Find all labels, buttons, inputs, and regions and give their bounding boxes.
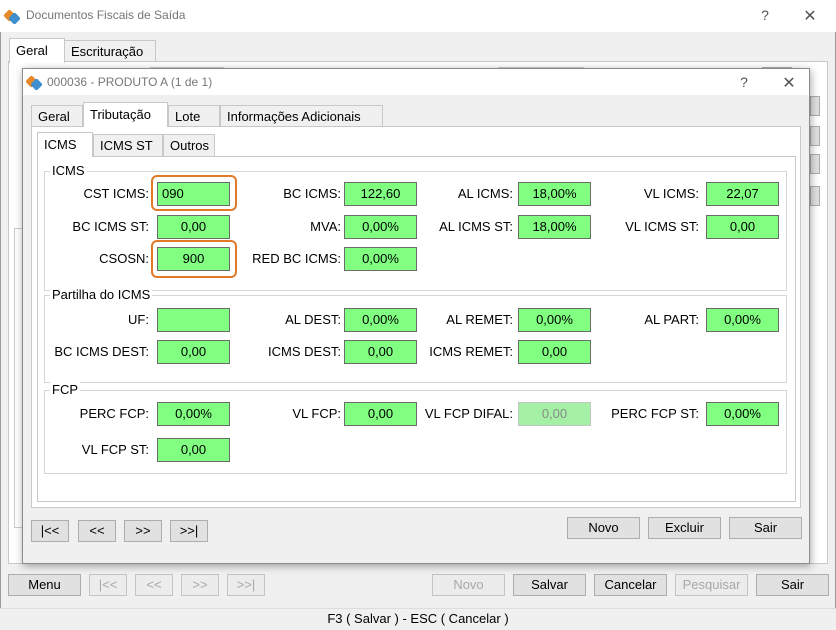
menu-button[interactable]: Menu (8, 574, 81, 596)
al-remet-label: AL REMET: (446, 312, 513, 327)
vl-fcp-difal-field[interactable]: 0,00 (518, 402, 591, 426)
bc-icms-st-field[interactable]: 0,00 (157, 215, 230, 239)
al-dest-field[interactable]: 0,00% (344, 308, 417, 332)
dialog-title-bar: 000036 - PRODUTO A (1 de 1) ? ✕ (23, 69, 809, 95)
dialog-title: 000036 - PRODUTO A (1 de 1) (47, 75, 213, 89)
tab-escrituracao[interactable]: Escrituração (64, 40, 156, 62)
dialog-last-record-button[interactable]: >>| (170, 520, 208, 542)
perc-fcp-field[interactable]: 0,00% (157, 402, 230, 426)
al-icms-label: AL ICMS: (457, 186, 513, 201)
dialog-help-button[interactable]: ? (729, 74, 759, 90)
produto-dialog: 000036 - PRODUTO A (1 de 1) ? ✕ Geral Tr… (22, 68, 810, 564)
help-button[interactable]: ? (750, 7, 780, 23)
bc-icms-field[interactable]: 122,60 (344, 182, 417, 206)
subtab-outros[interactable]: Outros (163, 134, 215, 156)
vl-fcp-label: VL FCP: (292, 406, 341, 421)
icms-remet-label: ICMS REMET: (429, 344, 513, 359)
background-button (810, 154, 820, 174)
close-button[interactable]: ✕ (795, 6, 825, 26)
vl-fcp-st-label: VL FCP ST: (81, 442, 149, 457)
uf-field[interactable] (157, 308, 230, 332)
fcp-group-title: FCP (50, 382, 80, 397)
last-record-button[interactable]: >>| (227, 574, 265, 596)
background-button (810, 186, 820, 206)
al-icms-st-field[interactable]: 18,00% (518, 215, 591, 239)
vl-fcp-st-field[interactable]: 0,00 (157, 438, 230, 462)
uf-label: UF: (128, 312, 149, 327)
dialog-excluir-button[interactable]: Excluir (648, 517, 721, 539)
perc-fcp-st-label: PERC FCP ST: (611, 406, 699, 421)
next-record-button[interactable]: >> (181, 574, 219, 596)
subtab-icms[interactable]: ICMS (37, 132, 93, 157)
al-part-field[interactable]: 0,00% (706, 308, 779, 332)
first-record-button[interactable]: |<< (89, 574, 127, 596)
tab-lote[interactable]: Lote (168, 105, 220, 127)
dialog-next-record-button[interactable]: >> (124, 520, 162, 542)
perc-fcp-label: PERC FCP: (79, 406, 149, 421)
background-button (810, 126, 820, 146)
tab-tributacao[interactable]: Tributação (83, 102, 168, 127)
al-icms-st-label: AL ICMS ST: (439, 219, 513, 234)
cancelar-button[interactable]: Cancelar (594, 574, 667, 596)
al-remet-field[interactable]: 0,00% (518, 308, 591, 332)
dialog-close-button[interactable]: ✕ (774, 73, 804, 93)
sair-button[interactable]: Sair (756, 574, 829, 596)
vl-icms-st-label: VL ICMS ST: (625, 219, 699, 234)
csosn-label: CSOSN: (99, 251, 149, 266)
subtab-icms-st[interactable]: ICMS ST (93, 134, 163, 156)
icms-group-title: ICMS (50, 163, 87, 178)
vl-fcp-difal-label: VL FCP DIFAL: (424, 406, 513, 421)
al-dest-label: AL DEST: (285, 312, 341, 327)
red-bc-icms-field[interactable]: 0,00% (344, 247, 417, 271)
background-button (810, 96, 820, 116)
dialog-sair-button[interactable]: Sair (729, 517, 802, 539)
vl-icms-label: VL ICMS: (643, 186, 699, 201)
vl-fcp-field[interactable]: 0,00 (344, 402, 417, 426)
dialog-first-record-button[interactable]: |<< (31, 520, 69, 542)
cst-icms-label: CST ICMS: (83, 186, 150, 201)
partilha-icms-group-title: Partilha do ICMS (50, 287, 153, 302)
icms-dest-label: ICMS DEST: (268, 344, 341, 359)
perc-fcp-st-field[interactable]: 0,00% (706, 402, 779, 426)
window-title: Documentos Fiscais de Saída (26, 8, 186, 22)
tab-produto-geral[interactable]: Geral (31, 105, 83, 127)
bc-icms-dest-label: BC ICMS DEST: (54, 344, 149, 359)
tab-geral[interactable]: Geral (9, 38, 65, 63)
bc-icms-label: BC ICMS: (283, 186, 341, 201)
dialog-novo-button[interactable]: Novo (567, 517, 640, 539)
icms-dest-field[interactable]: 0,00 (344, 340, 417, 364)
red-bc-icms-label: RED BC ICMS: (252, 251, 341, 266)
csosn-field[interactable]: 900 (157, 247, 230, 271)
al-part-label: AL PART: (644, 312, 699, 327)
vl-icms-field[interactable]: 22,07 (706, 182, 779, 206)
app-logo-icon (3, 9, 21, 25)
salvar-button[interactable]: Salvar (513, 574, 586, 596)
prev-record-button[interactable]: << (135, 574, 173, 596)
mva-label: MVA: (310, 219, 341, 234)
vl-icms-st-field[interactable]: 0,00 (706, 215, 779, 239)
bc-icms-st-label: BC ICMS ST: (72, 219, 149, 234)
novo-button[interactable]: Novo (432, 574, 505, 596)
bc-icms-dest-field[interactable]: 0,00 (157, 340, 230, 364)
app-logo-icon (25, 75, 43, 91)
cst-icms-field[interactable]: 090 (157, 182, 230, 206)
dialog-prev-record-button[interactable]: << (78, 520, 116, 542)
title-bar: Documentos Fiscais de Saída ? ✕ (0, 0, 836, 32)
mva-field[interactable]: 0,00% (344, 215, 417, 239)
icms-remet-field[interactable]: 0,00 (518, 340, 591, 364)
pesquisar-button[interactable]: Pesquisar (675, 574, 748, 596)
al-icms-field[interactable]: 18,00% (518, 182, 591, 206)
tab-informacoes-adicionais[interactable]: Informações Adicionais (220, 105, 383, 127)
status-bar: F3 ( Salvar ) - ESC ( Cancelar ) (0, 608, 836, 630)
